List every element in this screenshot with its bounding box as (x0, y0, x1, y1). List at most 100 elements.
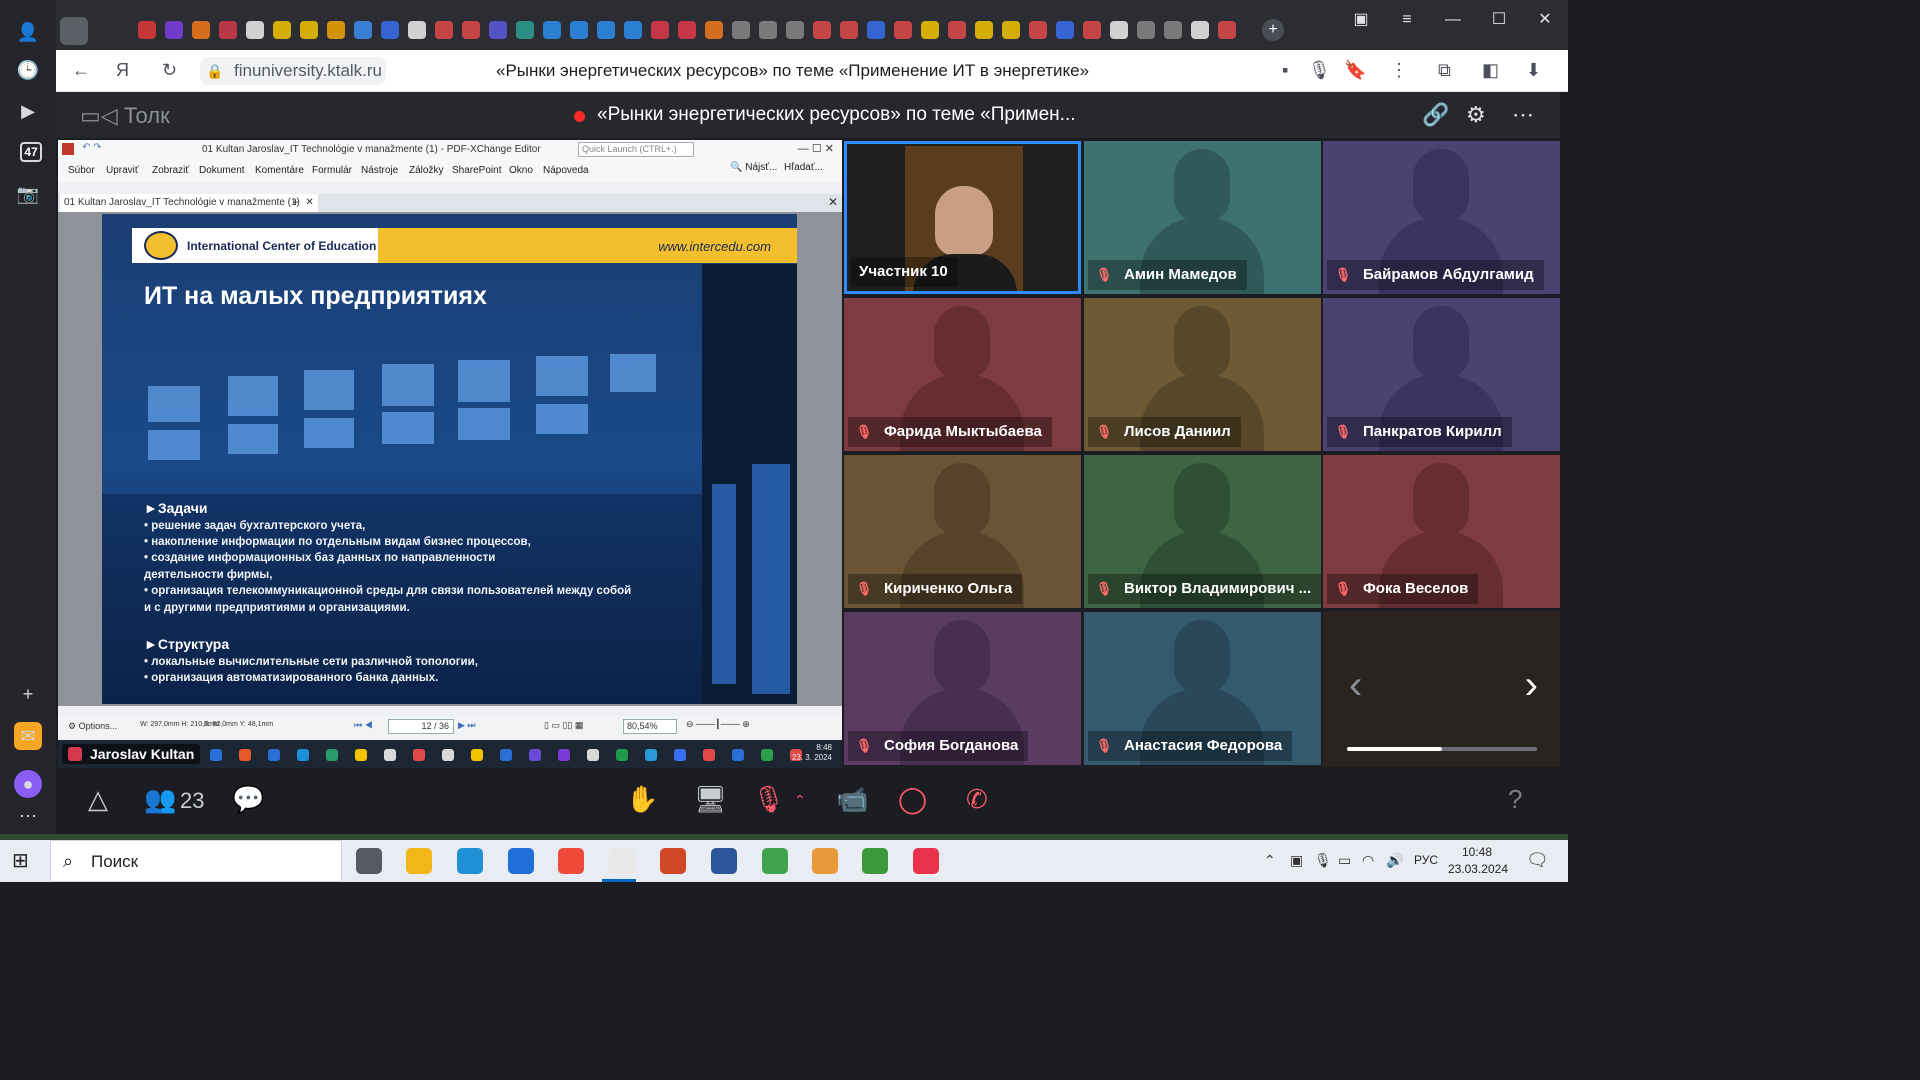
tray-app-icon[interactable]: ▣ (1290, 852, 1303, 869)
lock-icon[interactable]: 🔒 (206, 63, 223, 80)
back-icon[interactable]: ← (72, 60, 90, 81)
participant-tile[interactable]: 🎙 Фока Веселов (1323, 455, 1560, 608)
collections-icon[interactable]: ⧉ (1438, 60, 1451, 81)
next-page-chevron-icon[interactable]: › (1525, 663, 1538, 708)
find-button[interactable]: 🔍 Nájsť... (730, 162, 777, 173)
zoom-slider[interactable]: ⊖ ───┃─── ⊕ (686, 719, 750, 730)
close-icon[interactable]: ✕ (1522, 0, 1568, 40)
editor-menu-item[interactable]: Dokument (199, 160, 245, 176)
participant-tile[interactable]: 🎙 Байрамов Абдулгамид (1323, 141, 1560, 294)
camera-permission-icon[interactable]: ▪ (1282, 60, 1288, 81)
menu-icon[interactable]: ≡ (1384, 0, 1430, 40)
tab-favicon[interactable] (354, 21, 372, 39)
tab-favicon[interactable] (948, 21, 966, 39)
tab-favicon[interactable] (732, 21, 750, 39)
more-icon[interactable]: ⋯ (1512, 102, 1534, 128)
mic-options-chevron-icon[interactable]: ⌃ (794, 792, 806, 809)
editor-menu-item[interactable]: Upraviť (106, 160, 139, 176)
view-mode-icons[interactable]: ▯ ▭ ▯▯ ▦ (544, 720, 583, 731)
participants-icon[interactable]: 👥 (144, 784, 176, 815)
minimize-icon[interactable]: — (1430, 0, 1476, 40)
close-document-icon[interactable]: ✕ (828, 195, 838, 209)
next-last-page-icons[interactable]: ▶ ⏭ (458, 720, 476, 731)
tab-favicon[interactable] (273, 21, 291, 39)
participant-count[interactable]: 23 (180, 788, 204, 814)
tab-favicon[interactable] (1002, 21, 1020, 39)
mic-permission-icon[interactable]: 🎙 (1308, 60, 1331, 81)
tab-favicon[interactable] (1164, 21, 1182, 39)
tab-favicon[interactable] (759, 21, 777, 39)
camera-icon[interactable]: 📷 (14, 180, 42, 208)
tab-favicon[interactable] (624, 21, 642, 39)
active-tab-sound-icon[interactable] (60, 17, 88, 45)
mail-app-icon[interactable]: ✉ (14, 722, 42, 750)
tab-favicon[interactable] (867, 21, 885, 39)
tab-favicon[interactable] (192, 21, 210, 39)
participant-tile[interactable]: 🎙 Виктор Владимирович ... (1084, 455, 1321, 608)
editor-menu-item[interactable]: Formulár (312, 160, 352, 176)
editor-menu-item[interactable]: Okno (509, 160, 533, 176)
options-button[interactable]: ⚙ Options... (68, 721, 117, 732)
chrome-icon[interactable] (762, 848, 788, 874)
input-language[interactable]: РУС (1414, 853, 1438, 867)
tray-overflow-icon[interactable]: ⌃ (1264, 852, 1276, 869)
participant-tile[interactable]: 🎙 Панкратов Кирилл (1323, 298, 1560, 451)
participant-tile[interactable]: 🎙 Анастасия Федорова (1084, 612, 1321, 765)
tab-favicon[interactable] (786, 21, 804, 39)
download-icon[interactable]: ⬇ (1526, 60, 1541, 81)
edge-icon[interactable] (457, 848, 483, 874)
alice-assistant-icon[interactable]: ● (14, 770, 42, 798)
tab-favicon[interactable] (840, 21, 858, 39)
tab-favicon[interactable] (462, 21, 480, 39)
quick-launch-input[interactable]: Quick Launch (CTRL+.) (578, 142, 694, 157)
battery-icon[interactable]: ▭ (1338, 852, 1351, 869)
task-view-icon[interactable] (356, 848, 382, 874)
tab-favicon[interactable] (435, 21, 453, 39)
screen-share-icon[interactable]: 🖥 (694, 784, 727, 815)
microphone-off-icon[interactable]: 🎙 (752, 784, 785, 815)
participant-tile[interactable]: Участник 10 (844, 141, 1081, 294)
taskbar-search-box[interactable]: ⌕ Поиск (50, 840, 342, 882)
more-icon[interactable]: ⋯ (14, 802, 42, 830)
participant-tile[interactable]: 🎙 Кириченко Ольга (844, 455, 1081, 608)
new-tab-icon[interactable]: + (1262, 19, 1284, 41)
tab-favicon[interactable] (246, 21, 264, 39)
tab-favicon[interactable] (1137, 21, 1155, 39)
participant-tile[interactable]: 🎙 Лисов Даниил (1084, 298, 1321, 451)
tab-favicon[interactable] (921, 21, 939, 39)
profile-icon[interactable]: 👤 (14, 18, 42, 46)
file-explorer-icon[interactable] (406, 848, 432, 874)
yandex-icon[interactable] (558, 848, 584, 874)
play-icon[interactable]: ▶ (14, 97, 42, 125)
tab-favicon[interactable] (138, 21, 156, 39)
tab-favicon[interactable] (381, 21, 399, 39)
camera-off-icon[interactable]: 📹 (836, 784, 868, 815)
document-tab[interactable]: 01 Kultan Jaroslav_IT Technológie v mana… (60, 194, 318, 212)
editor-menu-item[interactable]: Komentáre (255, 160, 304, 176)
participant-tile[interactable]: 🎙 София Богданова (844, 612, 1081, 765)
new-document-tab-icon[interactable]: + (292, 195, 299, 209)
record-icon[interactable]: ◯ (898, 784, 927, 815)
tab-favicon[interactable] (597, 21, 615, 39)
tab-favicon[interactable] (300, 21, 318, 39)
reload-icon[interactable]: ↻ (162, 60, 177, 81)
yandex-extra-icon[interactable] (812, 848, 838, 874)
word-icon[interactable] (711, 848, 737, 874)
settings-gear-icon[interactable]: ⚙ (1466, 102, 1486, 128)
add-icon[interactable]: + (14, 680, 42, 708)
tab-favicon[interactable] (516, 21, 534, 39)
tab-favicon[interactable] (1191, 21, 1209, 39)
tabs-collection-icon[interactable]: ▣ (1338, 0, 1384, 40)
maximize-icon[interactable]: ☐ (1476, 0, 1522, 40)
editor-menu-item[interactable]: SharePoint (452, 160, 501, 176)
tab-favicon[interactable] (1218, 21, 1236, 39)
tab-favicon[interactable] (1029, 21, 1047, 39)
ktalk-icon[interactable] (913, 848, 939, 874)
history-icon[interactable]: 🕒 (14, 56, 42, 84)
raise-hand-icon[interactable]: ✋ (626, 784, 658, 815)
wifi-icon[interactable]: ◠ (1362, 852, 1374, 869)
volume-icon[interactable]: 🔊 (1386, 852, 1403, 869)
tab-favicon[interactable] (219, 21, 237, 39)
tab-favicon[interactable] (489, 21, 507, 39)
tab-favicon[interactable] (678, 21, 696, 39)
